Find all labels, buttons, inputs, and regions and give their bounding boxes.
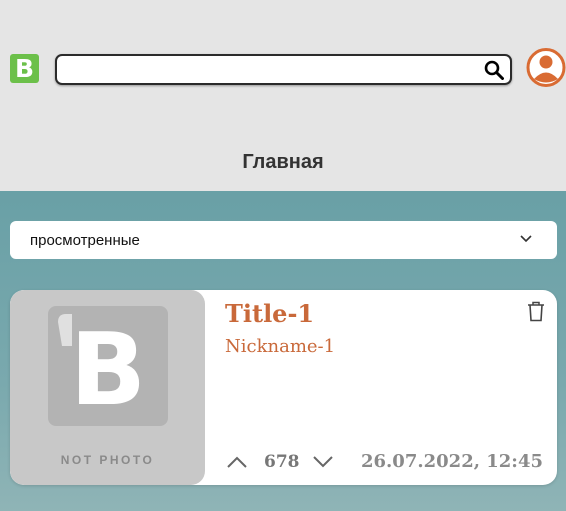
vote-count: 678 <box>264 452 300 472</box>
logo-icon[interactable]: B <box>10 54 39 83</box>
header: B Главная <box>0 0 566 191</box>
main-content: просмотренные B NOT PHOTO Title-1 Nickna… <box>0 191 566 511</box>
page-title: Главная <box>242 151 324 173</box>
not-photo-label: NOT PHOTO <box>60 453 155 467</box>
post-date: 26.07.2022, 12:45 <box>360 451 543 472</box>
chevron-down-icon <box>520 235 532 243</box>
search-bar <box>55 54 512 85</box>
search-icon[interactable] <box>484 60 504 80</box>
post-nickname[interactable]: Nickname-1 <box>225 336 335 357</box>
logo-letter: B <box>14 54 35 83</box>
arrow-up-icon[interactable] <box>225 454 249 470</box>
user-avatar-icon[interactable] <box>526 47 566 88</box>
filter-select[interactable]: просмотренные <box>10 221 557 259</box>
post-card[interactable]: B NOT PHOTO Title-1 Nickname-1 678 26.07… <box>10 290 557 485</box>
svg-text:B: B <box>70 311 146 426</box>
post-image: B NOT PHOTO <box>10 290 205 485</box>
trash-icon[interactable] <box>527 301 545 322</box>
post-title[interactable]: Title-1 <box>225 299 314 328</box>
filter-selected-value: просмотренные <box>30 232 140 249</box>
arrow-down-icon[interactable] <box>311 454 335 470</box>
placeholder-logo-icon: B <box>48 306 168 426</box>
search-input[interactable] <box>65 59 475 80</box>
